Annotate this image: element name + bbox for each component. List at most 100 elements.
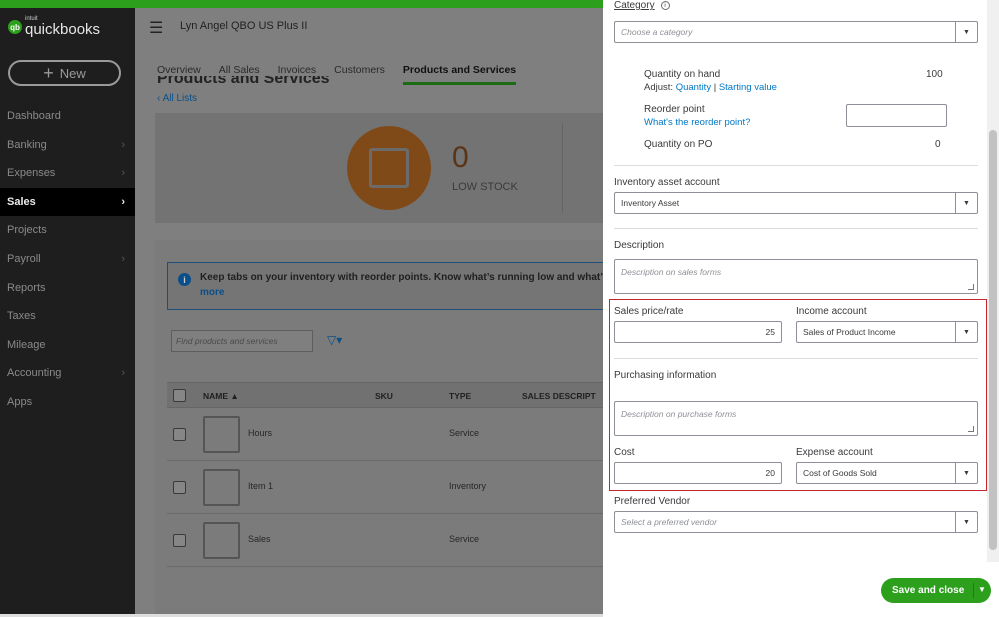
products-table: NAME ▲ SKU TYPE SALES DESCRIPT Hours Serv… [167, 382, 603, 567]
nav-item-taxes[interactable]: Taxes [0, 302, 135, 330]
chevron-right-icon: › [121, 167, 125, 180]
chevron-down-icon: ▼ [955, 22, 977, 42]
nav-item-label: Projects [7, 224, 47, 237]
table-row[interactable]: Item 1 Inventory [167, 461, 603, 514]
nav-item-accounting[interactable]: Accounting › [0, 359, 135, 387]
nav-item-expenses[interactable]: Expenses › [0, 159, 135, 187]
qb-logo-icon: qb [8, 20, 22, 34]
image-placeholder-icon[interactable] [203, 416, 240, 453]
low-stock-icon[interactable] [347, 126, 431, 210]
sales-tabs: Overview All Sales Invoices Customers Pr… [157, 64, 534, 85]
new-button-label: New [59, 65, 86, 81]
nav-item-reports[interactable]: Reports [0, 274, 135, 302]
preferred-vendor-select[interactable]: Select a preferred vendor ▼ [614, 511, 978, 533]
save-and-close-button[interactable]: Save and close ▼ [881, 578, 991, 603]
table-row[interactable]: Sales Service [167, 514, 603, 567]
inventory-asset-select[interactable]: Inventory Asset ▼ [614, 192, 978, 214]
adjust-starting-value-link[interactable]: Starting value [719, 82, 777, 93]
main-content-overlay: ☰ Lyn Angel QBO US Plus II Products and … [135, 8, 603, 614]
chevron-down-icon: ▼ [955, 193, 977, 213]
image-placeholder-icon[interactable] [203, 469, 240, 506]
tab-invoices[interactable]: Invoices [278, 64, 317, 85]
adjust-row: Adjust: Quantity | Starting value [644, 82, 777, 93]
row-checkbox[interactable] [173, 481, 186, 494]
product-list-panel: i Keep tabs on your inventory with reord… [155, 240, 603, 614]
row-name[interactable]: Hours [248, 428, 272, 438]
header-sales-description[interactable]: SALES DESCRIPT [522, 391, 596, 401]
nav-item-label: Accounting [7, 367, 62, 380]
chevron-down-icon: ▼ [955, 512, 977, 532]
help-icon[interactable]: i [660, 1, 670, 10]
nav-item-label: Apps [7, 396, 33, 408]
drawer-scrollbar[interactable] [987, 0, 999, 562]
caret-down-icon[interactable]: ▼ [978, 585, 986, 594]
left-navigation: qb intuit quickbooks + New Dashboard Bank… [0, 8, 135, 617]
reorder-point-input[interactable] [846, 104, 947, 127]
info-icon: i [178, 273, 191, 286]
tab-customers[interactable]: Customers [334, 64, 385, 85]
reorder-info-banner: i Keep tabs on your inventory with reord… [167, 262, 603, 310]
row-checkbox[interactable] [173, 428, 186, 441]
qoh-label: Quantity on hand [644, 69, 721, 80]
qpo-label: Quantity on PO [644, 139, 713, 150]
nav-item-apps[interactable]: Apps [0, 388, 135, 416]
asset-account-label: Inventory asset account [614, 177, 720, 188]
chevron-right-icon: › [121, 138, 125, 151]
preferred-vendor-label: Preferred Vendor [614, 496, 691, 507]
nav-item-projects[interactable]: Projects [0, 216, 135, 244]
brand-name: quickbooks [25, 21, 101, 38]
header-type[interactable]: TYPE [449, 391, 471, 401]
divider [614, 228, 978, 229]
tab-overview[interactable]: Overview [157, 64, 201, 85]
tab-products-and-services[interactable]: Products and Services [402, 64, 517, 85]
sales-description-textarea[interactable]: Description on sales forms [614, 259, 978, 294]
nav-item-dashboard[interactable]: Dashboard [0, 102, 135, 130]
company-name: Lyn Angel QBO US Plus II [180, 20, 308, 32]
select-all-checkbox[interactable] [173, 389, 186, 402]
description-label: Description [614, 240, 665, 251]
save-button-label: Save and close [892, 585, 965, 596]
resize-handle-icon[interactable] [968, 284, 974, 290]
header-name[interactable]: NAME ▲ [203, 391, 239, 401]
stock-divider [562, 123, 563, 213]
nav-item-mileage[interactable]: Mileage [0, 331, 135, 359]
scrollbar-thumb[interactable] [989, 130, 997, 550]
image-placeholder-icon[interactable] [203, 522, 240, 559]
new-button[interactable]: + New [8, 60, 121, 86]
row-checkbox[interactable] [173, 534, 186, 547]
category-label: Category i [614, 0, 670, 11]
nav-item-sales[interactable]: Sales › [0, 187, 135, 216]
qpo-value: 0 [935, 139, 941, 150]
tab-all-sales[interactable]: All Sales [219, 64, 260, 85]
table-row[interactable]: Hours Service [167, 408, 603, 461]
row-type: Service [449, 534, 480, 544]
quickbooks-logo[interactable]: qb intuit quickbooks [8, 16, 100, 37]
drawer-footer: Save and close ▼ [603, 562, 999, 617]
filter-icon[interactable]: ▽▾ [327, 333, 342, 347]
adjust-quantity-link[interactable]: Quantity [676, 82, 711, 93]
nav-item-banking[interactable]: Banking › [0, 131, 135, 159]
nav-item-label: Dashboard [7, 110, 61, 122]
annotation-highlight-box [609, 299, 987, 491]
all-lists-label: All Lists [162, 93, 198, 104]
chevron-right-icon: › [121, 367, 125, 380]
info-banner-text: Keep tabs on your inventory with reorder… [200, 272, 603, 283]
reorder-help-link[interactable]: What's the reorder point? [644, 117, 750, 128]
nav-item-label: Banking [7, 138, 47, 151]
row-name[interactable]: Item 1 [248, 481, 273, 491]
plus-icon: + [43, 63, 54, 83]
info-more-link[interactable]: more [200, 287, 224, 298]
category-select[interactable]: Choose a category ▼ [614, 21, 978, 43]
nav-item-label: Expenses [7, 167, 56, 180]
chevron-right-icon: › [121, 195, 125, 208]
all-lists-link[interactable]: ‹ All Lists [157, 93, 197, 104]
qoh-value: 100 [926, 69, 943, 80]
row-type: Inventory [449, 481, 487, 491]
search-input[interactable]: Find products and services [171, 330, 313, 352]
chevron-right-icon: › [121, 253, 125, 265]
nav-item-payroll[interactable]: Payroll › [0, 245, 135, 273]
header-sku[interactable]: SKU [375, 391, 393, 401]
row-name[interactable]: Sales [248, 534, 271, 544]
hamburger-menu-icon[interactable]: ☰ [149, 18, 163, 38]
asset-account-value: Inventory Asset [621, 198, 680, 208]
